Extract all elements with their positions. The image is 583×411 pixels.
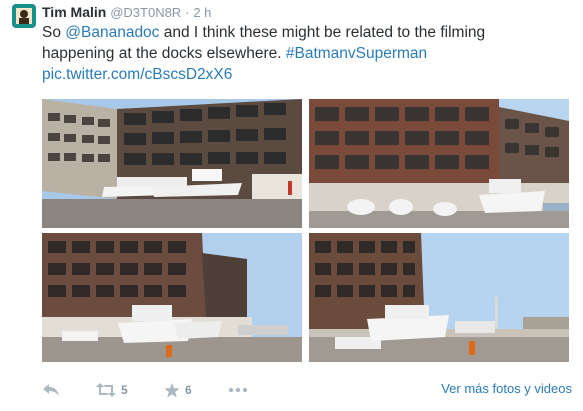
- text-line1-rest: and I think these might be related to th…: [159, 24, 486, 41]
- tweet-text-line-1: So @Bananadoc and I think these might be…: [42, 22, 562, 43]
- display-name[interactable]: Tim Malin: [42, 4, 106, 20]
- retweet-count: 5: [121, 383, 128, 397]
- tweet-text: So @Bananadoc and I think these might be…: [42, 22, 562, 85]
- text-line2: happening at the docks elsewhere.: [42, 45, 286, 62]
- tweet-text-line-2: happening at the docks elsewhere. #Batma…: [42, 43, 562, 64]
- star-icon: [164, 382, 180, 398]
- reply-button[interactable]: [42, 378, 60, 402]
- hashtag-link[interactable]: #BatmanvSuperman: [286, 45, 427, 62]
- timestamp[interactable]: 2 h: [193, 5, 211, 20]
- photo-4[interactable]: [309, 233, 569, 362]
- media-link[interactable]: pic.twitter.com/cBscsD2xX6: [42, 66, 232, 83]
- photo-1[interactable]: [42, 99, 302, 228]
- mention-link[interactable]: @Bananadoc: [65, 24, 159, 41]
- tweet-actions: 5 6 Ver más fotos y videos: [42, 378, 572, 402]
- tweet-text-line-3: pic.twitter.com/cBscsD2xX6: [42, 64, 562, 85]
- retweet-icon: [96, 383, 116, 397]
- retweet-button[interactable]: 5: [96, 378, 128, 402]
- avatar[interactable]: [12, 4, 36, 28]
- reply-icon: [43, 384, 59, 396]
- more-button[interactable]: [228, 378, 248, 402]
- user-handle[interactable]: @D3T0N8R: [110, 5, 181, 20]
- photo-3[interactable]: [42, 233, 302, 362]
- favorite-button[interactable]: 6: [164, 378, 192, 402]
- tweet-header: Tim Malin @D3T0N8R · 2 h: [42, 3, 211, 21]
- view-more-link[interactable]: Ver más fotos y videos: [441, 381, 572, 396]
- more-dots-icon: [228, 387, 248, 393]
- photo-2[interactable]: [309, 99, 569, 228]
- tweet: Tim Malin @D3T0N8R · 2 h So @Bananadoc a…: [0, 0, 583, 411]
- separator: ·: [185, 5, 190, 20]
- text-prefix: So: [42, 24, 66, 41]
- favorite-count: 6: [185, 383, 192, 397]
